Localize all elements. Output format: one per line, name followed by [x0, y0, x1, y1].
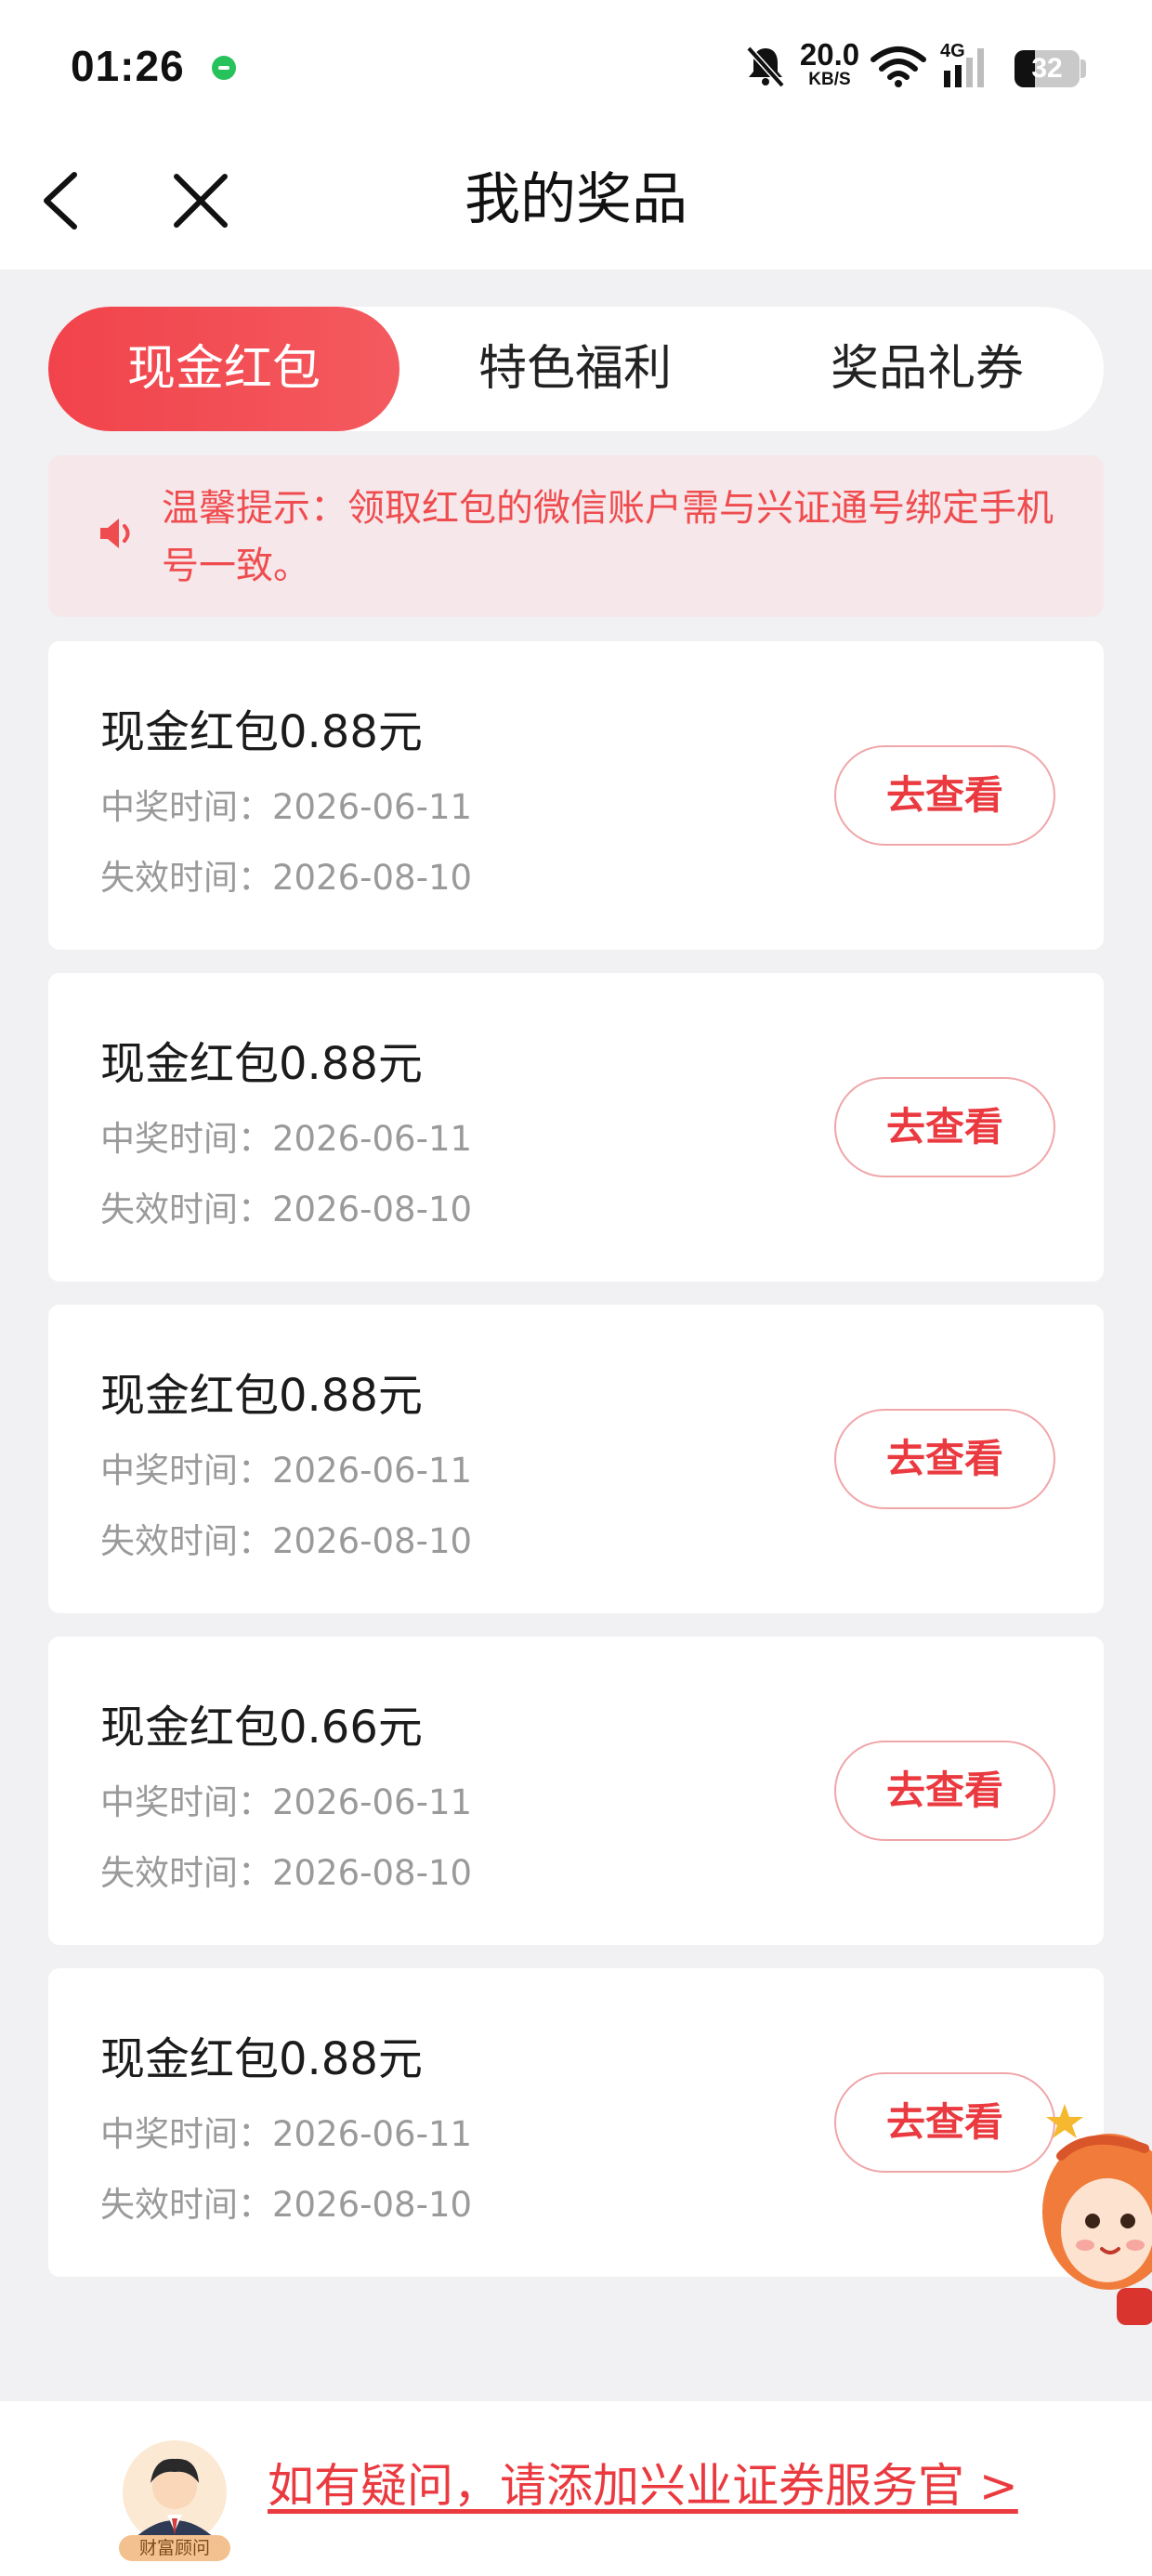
prize-win-time: 中奖时间：2026-06-11 [100, 1782, 473, 1822]
tab-special-benefits[interactable]: 特色福利 [399, 307, 751, 431]
status-bar: 01:26 20.0 KB/S 4G 32 [0, 0, 1152, 130]
tab-cash-red-packet[interactable]: 现金红包 [48, 307, 399, 431]
prize-name: 现金红包0.88元 [100, 1038, 423, 1090]
prize-card: 现金红包0.88元 中奖时间：2026-06-11 失效时间：2026-08-1… [48, 973, 1104, 1281]
tab-prize-coupons[interactable]: 奖品礼券 [751, 307, 1104, 431]
battery-level: 32 [1031, 53, 1063, 84]
wifi-icon [871, 46, 926, 87]
prize-win-time: 中奖时间：2026-06-11 [100, 1451, 473, 1491]
network-speed-unit: KB/S [808, 70, 851, 89]
prize-card: 现金红包0.88元 中奖时间：2026-06-11 失效时间：2026-08-1… [48, 641, 1104, 950]
prize-name: 现金红包0.66元 [100, 1702, 423, 1754]
status-time: 01:26 [71, 42, 185, 90]
prize-expire-time: 失效时间：2026-08-10 [100, 1189, 473, 1229]
prize-name: 现金红包0.88元 [100, 2033, 423, 2085]
notice-banner: 温馨提示：领取红包的微信账户需与兴证通号绑定手机号一致。 [48, 455, 1104, 617]
prize-win-time: 中奖时间：2026-06-11 [100, 787, 473, 827]
prize-expire-time: 失效时间：2026-08-10 [100, 858, 473, 898]
view-prize-button[interactable]: 去查看 [834, 1409, 1055, 1509]
close-icon[interactable] [164, 164, 238, 238]
speaker-icon [100, 519, 130, 548]
prize-expire-time: 失效时间：2026-08-10 [100, 2185, 473, 2225]
prize-expire-time: 失效时间：2026-08-10 [100, 1521, 473, 1561]
prize-name: 现金红包0.88元 [100, 1370, 423, 1422]
advisor-avatar[interactable]: 财富顾问 [110, 2435, 240, 2561]
footer: 财富顾问 如有疑问，请添加兴业证券服务官 > [0, 2401, 1152, 2576]
app-notification-icon [212, 56, 236, 80]
network-speed-value: 20.0 [799, 37, 860, 72]
prize-card: 现金红包0.88元 中奖时间：2026-06-11 失效时间：2026-08-1… [48, 1305, 1104, 1613]
network-speed: 20.0 KB/S [795, 39, 864, 89]
prize-expire-time: 失效时间：2026-08-10 [100, 1853, 473, 1893]
view-prize-button[interactable]: 去查看 [834, 2072, 1055, 2173]
battery-icon: 32 [1015, 50, 1080, 87]
cell-signal-icon [944, 48, 984, 87]
back-icon[interactable] [32, 164, 97, 238]
mascot-icon[interactable] [1033, 2091, 1152, 2342]
view-prize-button[interactable]: 去查看 [834, 745, 1055, 846]
prize-card: 现金红包0.66元 中奖时间：2026-06-11 失效时间：2026-08-1… [48, 1636, 1104, 1945]
view-prize-button[interactable]: 去查看 [834, 1077, 1055, 1177]
contact-service-link[interactable]: 如有疑问，请添加兴业证券服务官 > [268, 2453, 1018, 2518]
mute-icon [746, 46, 785, 88]
prize-card: 现金红包0.88元 中奖时间：2026-06-11 失效时间：2026-08-1… [48, 1968, 1104, 2277]
battery-tip [1080, 59, 1086, 78]
prize-win-time: 中奖时间：2026-06-11 [100, 2114, 473, 2154]
notice-text: 温馨提示：领取红包的微信账户需与兴证通号绑定手机号一致。 [162, 487, 1054, 587]
advisor-badge-label: 财富顾问 [139, 2538, 210, 2558]
prize-tabs: 现金红包 特色福利 奖品礼券 [48, 307, 1104, 431]
prize-win-time: 中奖时间：2026-06-11 [100, 1119, 473, 1159]
view-prize-button[interactable]: 去查看 [834, 1741, 1055, 1841]
prize-name: 现金红包0.88元 [100, 706, 423, 758]
nav-bar: 我的奖品 [0, 130, 1152, 269]
